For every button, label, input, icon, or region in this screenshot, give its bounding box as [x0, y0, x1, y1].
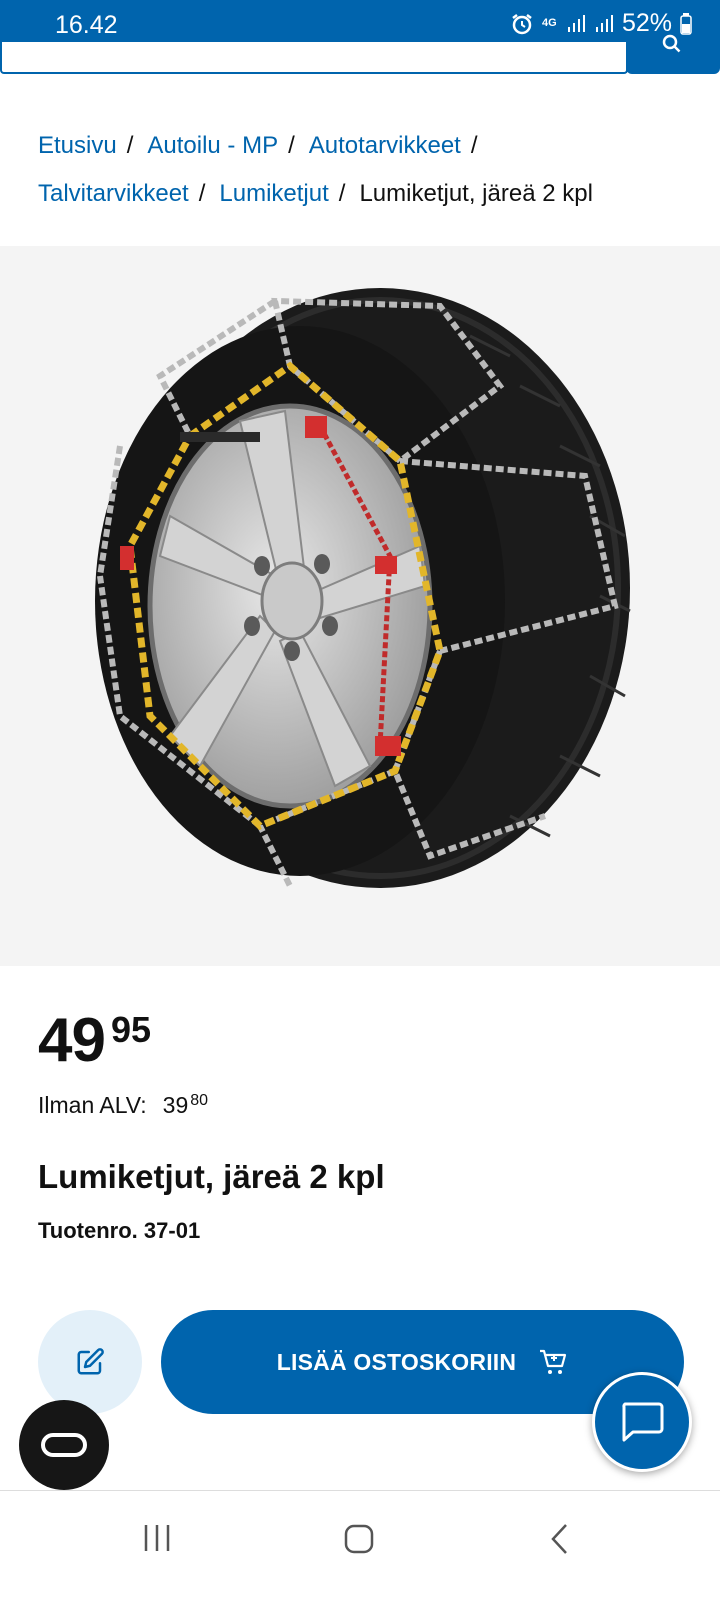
search-bar: [0, 34, 720, 76]
breadcrumb-separator: /: [338, 180, 346, 207]
back-icon: [551, 1524, 567, 1554]
alarm-icon: [510, 12, 534, 36]
back-button[interactable]: [548, 1523, 572, 1560]
product-sku: Tuotenro. 37-01: [38, 1218, 201, 1243]
status-time: 16.42: [55, 11, 118, 39]
cart-icon: [540, 1349, 567, 1374]
snow-chain-tire-image: [95, 288, 631, 888]
home-button[interactable]: [343, 1523, 375, 1560]
edit-icon: [77, 1348, 104, 1375]
breadcrumb-link-lumiketjut[interactable]: Lumiketjut: [219, 180, 328, 207]
search-input[interactable]: [0, 42, 628, 74]
home-icon: [344, 1524, 374, 1554]
breadcrumb-link-autotarvikkeet[interactable]: Autotarvikkeet: [309, 132, 461, 159]
battery-icon: [680, 12, 692, 35]
breadcrumb-current: Lumiketjut, järeä 2 kpl: [359, 180, 593, 207]
vat-price-integer: 39: [162, 1092, 189, 1118]
search-button[interactable]: [626, 34, 720, 74]
add-to-cart-label: LISÄÄ OSTOSKORIIN: [276, 1348, 517, 1375]
price-excl-vat: Ilman ALV: 39 80: [38, 1092, 208, 1119]
add-to-list-button[interactable]: [38, 1310, 142, 1414]
network-type: 4G: [541, 17, 557, 29]
breadcrumb-separator: /: [126, 132, 134, 159]
price-decimals: 95: [110, 1009, 152, 1050]
price-integer: 49: [38, 1006, 106, 1075]
accessibility-button[interactable]: [19, 1400, 109, 1490]
breadcrumb-separator: /: [198, 180, 206, 207]
product-price: 49 95: [38, 1010, 151, 1072]
recent-apps-button[interactable]: [142, 1523, 172, 1558]
signal-icon-2: [594, 14, 614, 34]
product-title: Lumiketjut, järeä 2 kpl: [38, 1158, 385, 1195]
signal-icon: [566, 14, 586, 34]
product-image[interactable]: [0, 246, 720, 966]
infinity-icon: [41, 1433, 87, 1457]
search-icon: [662, 34, 681, 53]
vat-label: Ilman ALV:: [38, 1092, 147, 1118]
breadcrumb-link-talvitarvikkeet[interactable]: Talvitarvikkeet: [38, 180, 189, 207]
breadcrumb-separator: /: [288, 132, 295, 159]
breadcrumb-link-autoilu[interactable]: Autoilu - MP: [147, 132, 278, 159]
chat-icon: [622, 1402, 664, 1442]
recent-apps-icon: [144, 1525, 170, 1551]
breadcrumb-link-home[interactable]: Etusivu: [38, 132, 117, 159]
breadcrumb: Etusivu / Autoilu - MP / Autotarvikkeet / Talv…: [38, 122, 698, 218]
vat-price-decimals: 80: [190, 1092, 209, 1109]
status-bar: 16.42 4G 52%: [0, 0, 720, 46]
breadcrumb-separator: /: [470, 132, 478, 159]
chat-button[interactable]: [592, 1372, 692, 1472]
system-nav-bar: [0, 1490, 720, 1600]
